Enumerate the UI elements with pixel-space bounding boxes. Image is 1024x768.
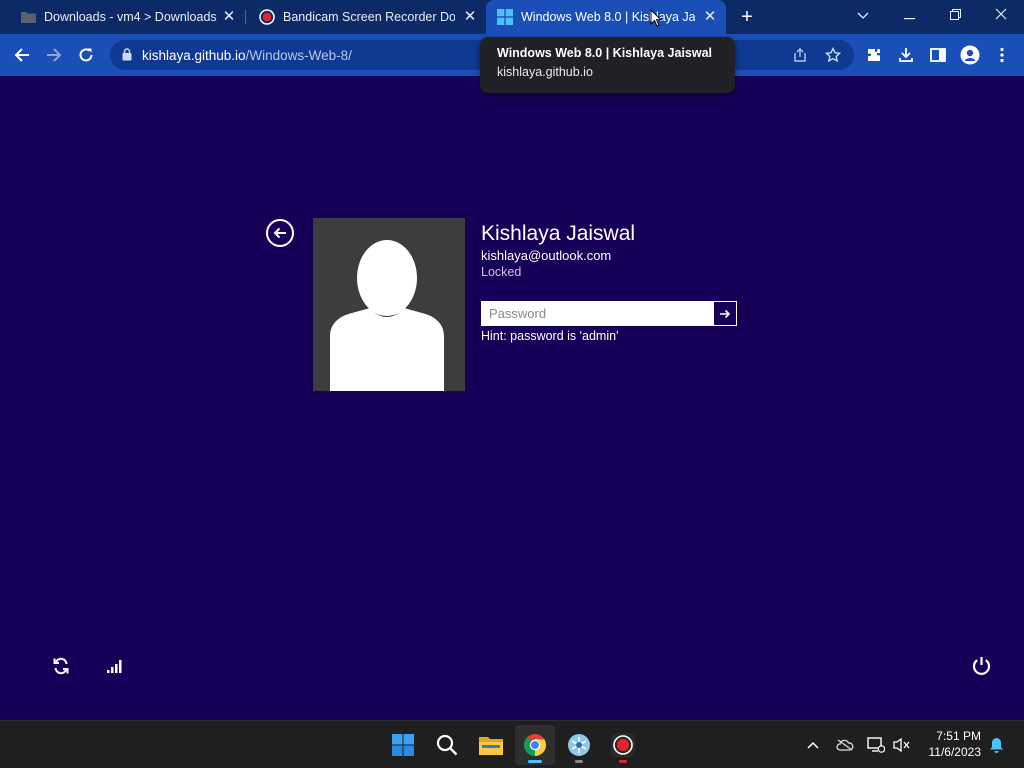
- back-arrow-icon[interactable]: [11, 44, 33, 66]
- chrome-taskbar-button[interactable]: [515, 725, 555, 765]
- minimize-icon[interactable]: [886, 0, 932, 30]
- arrow-right-icon: [719, 309, 730, 318]
- close-icon[interactable]: ✕: [221, 9, 237, 25]
- snip-app-taskbar-button[interactable]: [559, 725, 599, 765]
- notification-bell-icon[interactable]: [986, 735, 1006, 755]
- bookmark-star-icon[interactable]: [824, 46, 842, 68]
- extensions-puzzle-icon[interactable]: [863, 44, 885, 66]
- submit-password-button[interactable]: [714, 302, 736, 325]
- tab-strip: Downloads - vm4 > Downloads ✕ Bandicam S…: [0, 0, 1024, 34]
- lock-icon[interactable]: [122, 48, 132, 66]
- tab-downloads[interactable]: Downloads - vm4 > Downloads ✕: [0, 0, 245, 34]
- tab-bandicam[interactable]: Bandicam Screen Recorder Down ✕: [246, 0, 486, 34]
- tab-windows-web[interactable]: Windows Web 8.0 | Kishlaya Jaisw ✕: [486, 0, 726, 34]
- clock-date[interactable]: 11/6/2023: [921, 745, 982, 759]
- network-signal-icon[interactable]: [104, 656, 124, 676]
- volume-muted-icon[interactable]: [892, 735, 912, 755]
- profile-avatar-icon[interactable]: [959, 44, 981, 66]
- tab-search-chevron-icon[interactable]: [840, 0, 886, 30]
- user-silhouette-icon: [330, 240, 444, 391]
- tooltip-title: Windows Web 8.0 | Kishlaya Jaiswal: [497, 46, 713, 60]
- search-icon: [436, 734, 458, 756]
- windows-taskbar: [0, 720, 1024, 768]
- windows-start-icon: [392, 734, 414, 756]
- running-app-indicator: [575, 760, 583, 763]
- forward-arrow-icon[interactable]: [43, 44, 65, 66]
- bandicam-record-icon: [611, 733, 635, 757]
- share-icon[interactable]: [792, 47, 808, 68]
- menu-kebab-icon[interactable]: [991, 44, 1013, 66]
- tooltip-host: kishlaya.github.io: [497, 65, 593, 79]
- mouse-cursor-icon: [650, 8, 663, 32]
- power-icon[interactable]: [971, 655, 991, 675]
- user-avatar: [313, 218, 465, 391]
- close-window-icon[interactable]: [978, 0, 1024, 30]
- file-explorer-button[interactable]: [471, 725, 511, 765]
- tab-title: Downloads - vm4 > Downloads: [44, 10, 217, 24]
- tab-title: Bandicam Screen Recorder Down: [283, 10, 455, 24]
- taskbar-search-button[interactable]: [427, 725, 467, 765]
- active-app-indicator: [528, 760, 542, 763]
- bandicam-taskbar-button[interactable]: [603, 725, 643, 765]
- password-hint: Hint: password is 'admin': [481, 329, 619, 343]
- url-text: kishlaya.github.io/Windows-Web-8/: [142, 48, 352, 63]
- folder-icon: [20, 9, 36, 25]
- user-name: Kishlaya Jaiswal: [481, 222, 636, 245]
- tab-title: Windows Web 8.0 | Kishlaya Jaisw: [521, 10, 695, 24]
- chrome-icon: [523, 734, 546, 756]
- user-email: kishlaya@outlook.com: [481, 248, 612, 263]
- snowflake-app-icon: [568, 734, 590, 756]
- restore-icon[interactable]: [932, 0, 978, 30]
- running-app-indicator: [619, 760, 627, 763]
- clock-time[interactable]: 7:51 PM: [929, 729, 981, 743]
- reload-icon[interactable]: [75, 44, 97, 66]
- network-monitor-icon[interactable]: [866, 735, 886, 755]
- bandicam-record-icon: [259, 9, 275, 25]
- file-explorer-folder-icon: [479, 737, 503, 755]
- close-icon[interactable]: ✕: [462, 9, 478, 25]
- lock-status: Locked: [481, 265, 522, 279]
- side-panel-icon[interactable]: [927, 44, 949, 66]
- windows-logo-icon: [497, 9, 513, 25]
- start-button[interactable]: [383, 725, 423, 765]
- password-box: [481, 301, 737, 326]
- back-arrow-icon: [273, 227, 286, 239]
- onedrive-cloud-icon[interactable]: [835, 735, 855, 755]
- tab-hover-tooltip: Windows Web 8.0 | Kishlaya Jaiswal kishl…: [480, 37, 735, 93]
- url-host: kishlaya.github.io: [142, 48, 246, 63]
- download-icon[interactable]: [895, 44, 917, 66]
- show-hidden-icons-chevron[interactable]: [803, 735, 823, 755]
- back-circle-arrow-button[interactable]: [266, 219, 294, 247]
- password-input[interactable]: [481, 301, 713, 326]
- close-icon[interactable]: ✕: [702, 9, 718, 25]
- new-tab-plus-icon[interactable]: +: [737, 7, 757, 27]
- ease-of-access-icon[interactable]: [51, 656, 71, 676]
- url-path: /Windows-Web-8/: [245, 48, 352, 63]
